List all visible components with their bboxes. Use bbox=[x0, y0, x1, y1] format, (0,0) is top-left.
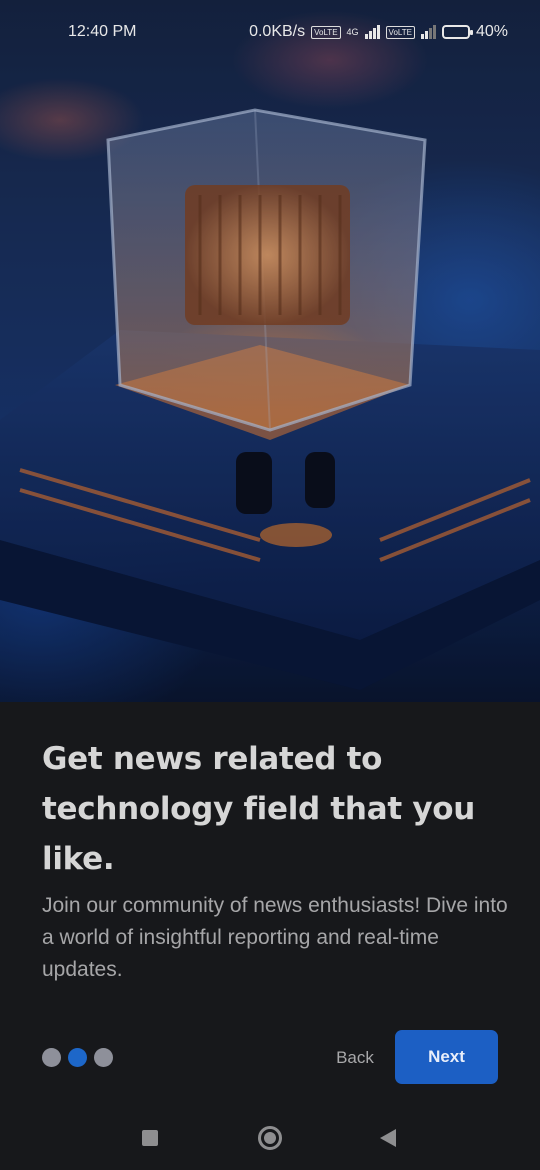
onboarding-description: Join our community of news enthusiasts! … bbox=[42, 894, 508, 981]
status-time: 12:40 PM bbox=[68, 23, 137, 40]
page-dot-3 bbox=[94, 1048, 113, 1067]
page-dot-1 bbox=[42, 1048, 61, 1067]
signal-strength-sim2-icon bbox=[420, 25, 436, 39]
volte-icon-sim2: VoLTE bbox=[385, 25, 415, 39]
battery-percent: 40% bbox=[475, 23, 508, 40]
network-type: 4G bbox=[346, 27, 359, 37]
back-button[interactable]: Back bbox=[320, 1036, 390, 1080]
hero-image bbox=[0, 0, 540, 702]
page-dot-2 bbox=[68, 1048, 87, 1067]
battery-icon bbox=[441, 25, 473, 39]
status-indicators: 0.0KB/s VoLTE 4G VoLTE 40% bbox=[249, 23, 508, 41]
network-speed: 0.0KB/s bbox=[249, 23, 306, 40]
volte-icon: VoLTE bbox=[311, 25, 341, 39]
onboarding-headline: Get news related to technology field tha… bbox=[42, 741, 476, 877]
signal-strength-icon bbox=[364, 25, 380, 39]
home-icon[interactable] bbox=[258, 1126, 282, 1150]
page-indicator bbox=[42, 1048, 113, 1067]
recents-icon[interactable] bbox=[142, 1130, 158, 1146]
status-bar: 12:40 PM 0.0KB/s VoLTE 4G VoLTE 40% bbox=[0, 0, 540, 64]
system-nav-bar bbox=[0, 1100, 540, 1170]
back-icon[interactable] bbox=[380, 1129, 396, 1147]
next-button[interactable]: Next bbox=[395, 1030, 498, 1084]
